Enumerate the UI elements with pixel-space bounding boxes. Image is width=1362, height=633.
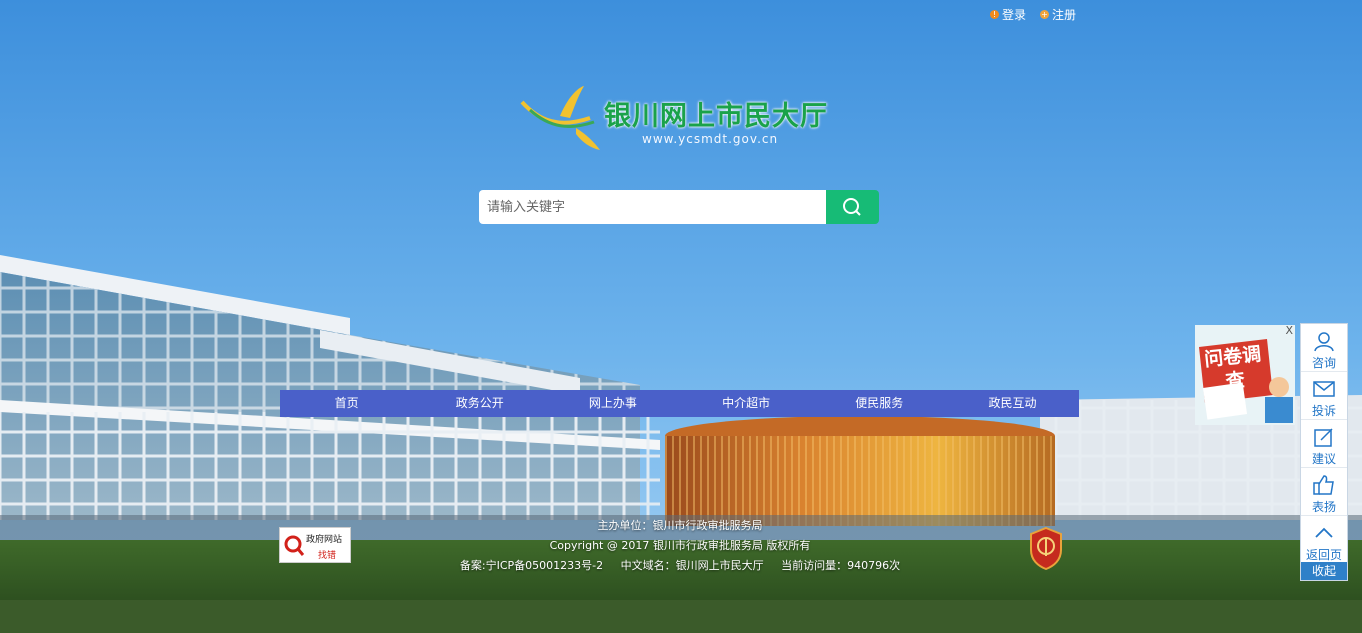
sidebar-item-label: 咨询 [1311,356,1336,370]
nav-item-public-services[interactable]: 便民服务 [813,390,946,417]
right-service-sidebar: 咨询 投诉 建议 表扬 返回页 收起 [1300,323,1348,581]
sidebar-item-label: 返回页 [1305,548,1342,562]
sidebar-item-label: 表扬 [1311,500,1336,514]
search-button[interactable] [826,190,879,224]
nav-item-interaction[interactable]: 政民互动 [946,390,1079,417]
footer-cn-domain: 中文域名：银川网上市民大厅 [620,559,764,572]
sidebar-collapse-button[interactable]: 收起 [1301,562,1347,580]
edit-icon [1314,428,1333,447]
search-input[interactable] [479,190,826,224]
sidebar-item-suggest[interactable]: 建议 [1301,420,1347,468]
register-label: 注册 [1052,8,1077,22]
footer-info: 备案:宁ICP备05001233号-2 中文域名：银川网上市民大厅 当前访问量：… [280,556,1080,576]
footer-icp: 备案:宁ICP备05001233号-2 [459,559,604,572]
plus-icon: + [1040,10,1050,19]
login-link[interactable]: ! 登录 [990,6,1026,23]
nav-item-home[interactable]: 首页 [280,390,413,417]
footer-copyright: Copyright @ 2017 银川市行政审批服务局 版权所有 [549,539,811,552]
survey-close-button[interactable]: X [1285,324,1293,337]
footer-visits: 当前访问量：940796次 [781,559,901,572]
survey-text: 问卷调查 [1203,343,1263,393]
nav-item-online-services[interactable]: 网上办事 [546,390,679,417]
search-bar [479,190,879,224]
main-nav: 首页 政务公开 网上办事 中介超市 便民服务 政民互动 [280,390,1079,417]
footer-sponsor: 主办单位：银川市行政审批服务局 [597,519,763,532]
survey-banner[interactable]: X 问卷调查 [1195,324,1295,425]
search-icon [843,198,861,216]
nav-item-gov-affairs[interactable]: 政务公开 [413,390,546,417]
top-account-bar: ! 登录 + 注册 [990,6,1076,23]
phoenix-logo-icon [520,86,600,150]
sidebar-item-complaint[interactable]: 投诉 [1301,372,1347,420]
site-logo: 银川网上市民大厅 www.ycsmdt.gov.cn [520,82,850,152]
login-label: 登录 [1002,8,1027,22]
register-link[interactable]: + 注册 [1040,6,1076,23]
sidebar-item-label: 建议 [1311,452,1336,466]
nav-item-agency-market[interactable]: 中介超市 [680,390,813,417]
thumbs-up-icon [1313,475,1334,495]
sidebar-item-back-top[interactable]: 返回页 [1301,516,1347,563]
sidebar-item-consult[interactable]: 咨询 [1301,324,1347,372]
chevron-up-icon [1315,527,1333,538]
sidebar-item-praise[interactable]: 表扬 [1301,468,1347,516]
person-icon [1314,332,1334,352]
site-title: 银川网上市民大厅 [604,101,828,132]
sidebar-item-label: 投诉 [1311,404,1336,418]
mail-icon [1313,381,1335,397]
login-icon: ! [990,10,999,19]
footer: 主办单位：银川市行政审批服务局 Copyright @ 2017 银川市行政审批… [280,516,1080,576]
police-emblem-icon[interactable] [1028,526,1064,570]
site-url: www.ycsmdt.gov.cn [642,132,779,146]
